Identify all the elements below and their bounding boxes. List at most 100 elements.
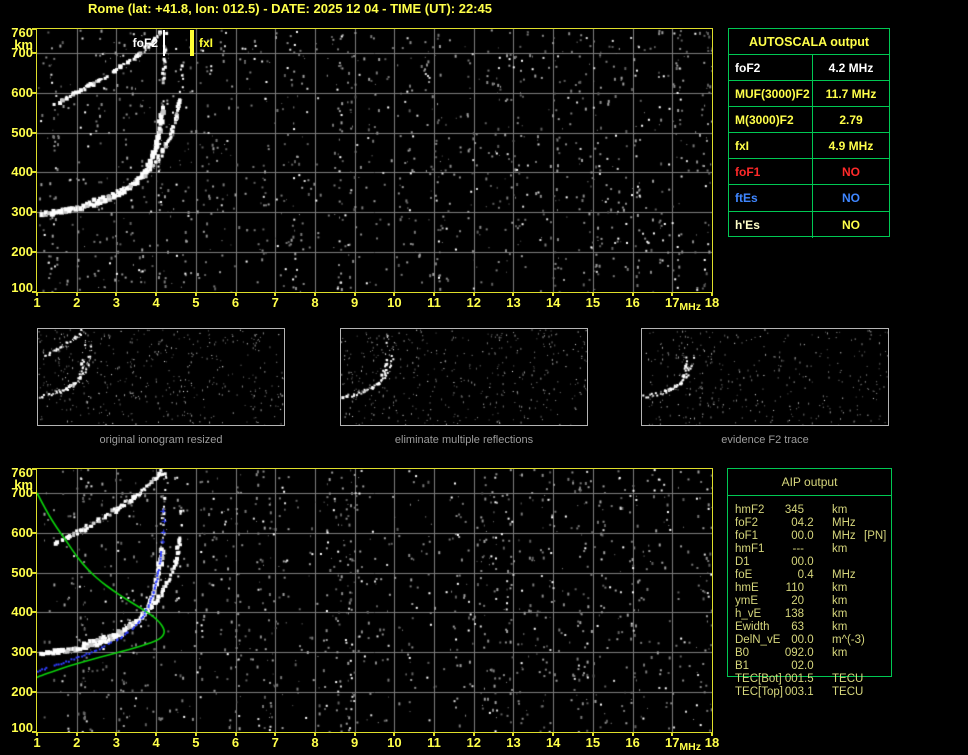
processing-panel (340, 328, 588, 426)
x-axis-tick (115, 293, 118, 296)
autoscala-table-title: AUTOSCALA output (729, 29, 889, 55)
autoscala-param-label: fxI (729, 133, 813, 159)
aip-row: foF1 00.0 MHz [PN] (728, 530, 893, 543)
ionogram-canvas-bottom (37, 469, 712, 732)
aip-param-name: hmF2 (735, 504, 765, 516)
autoscala-param-label: MUF(3000)F2 (729, 81, 813, 107)
aip-param-unit: km (832, 504, 848, 516)
autoscala-table-rows: foF2 4.2 MHz MUF(3000)F2 11.7 MHz M(3000)F2 2… (729, 55, 889, 238)
aip-param-unit: km (832, 608, 848, 620)
aip-row: h_vE 138 km (728, 608, 893, 621)
aip-param-value-int: 345 (784, 504, 804, 516)
aip-param-unit: km (832, 582, 848, 594)
aip-row: B0 092.0 km (728, 647, 893, 660)
aip-param-value-frac: .0 (804, 647, 814, 659)
aip-param-unit: km (832, 647, 848, 659)
x-axis-tick (75, 293, 78, 296)
panel-caption: original ionogram resized (99, 434, 223, 446)
page-title: Rome (lat: +41.8, lon: 012.5) - DATE: 20… (88, 1, 492, 16)
y-tick-label: 200 (11, 684, 33, 700)
x-tick-label: 9 (351, 735, 359, 750)
aip-param-name: foE (735, 569, 753, 581)
x-axis-tick (36, 733, 38, 736)
aip-param-value-frac: .5 (804, 673, 814, 685)
autoscala-param-value: NO (842, 191, 860, 206)
aip-param-value-int: 02 (791, 660, 804, 672)
x-axis-tick (234, 293, 237, 296)
aip-param-unit: km (832, 543, 848, 555)
x-tick-label: 3 (112, 295, 121, 310)
aip-param-value-int: 00 (791, 530, 804, 542)
aip-param-value-frac: .0 (804, 530, 814, 542)
x-tick-label: 12 (466, 735, 481, 750)
autoscala-param-label: h'Es (729, 211, 813, 238)
aip-param-value-int: 092 (784, 647, 804, 659)
y-axis-tick (32, 691, 36, 693)
x-tick-label: 15 (585, 735, 601, 750)
panel-caption: evidence F2 trace (721, 434, 809, 446)
y-axis-tick (32, 211, 36, 213)
x-axis-tick (671, 293, 674, 296)
x-axis-tick (115, 733, 118, 736)
y-tick-label: 500 (11, 564, 33, 580)
x-axis-unit-label: MHz (679, 301, 701, 313)
aip-row: D1 00.0 (728, 556, 893, 569)
x-axis-tick (393, 733, 396, 736)
x-tick-label: 13 (506, 735, 521, 750)
autoscala-row: MUF(3000)F2 11.7 MHz (729, 81, 889, 108)
frequency-markers-layer: foF2 fxI (37, 29, 712, 292)
aip-param-name: hmE (735, 582, 759, 594)
aip-param-unit: TECU (832, 673, 864, 685)
aip-param-unit: MHz (832, 569, 856, 581)
x-axis-tick (512, 293, 515, 296)
x-axis-tick (433, 293, 436, 296)
autoscala-param-value: 4.2 MHz (828, 60, 874, 75)
aip-param-unit: MHz (832, 530, 856, 542)
autoscala-row: h'Es NO (729, 211, 889, 238)
aip-param-value-frac: .0 (804, 634, 814, 646)
x-axis-tick (353, 733, 356, 736)
y-tick-label: 100 (11, 720, 33, 735)
x-tick-label: 18 (704, 735, 720, 750)
x-tick-label: 11 (427, 295, 441, 310)
fxi-marker-line (190, 30, 194, 56)
y-axis-tick (32, 492, 36, 494)
y-axis-tick (32, 171, 36, 173)
aip-row: Ewidth 63 km (728, 621, 893, 634)
aip-param-value-int: 00 (791, 556, 804, 568)
aip-param-unit: km (832, 595, 848, 607)
autoscala-row: fxI 4.9 MHz (729, 133, 889, 160)
x-tick-label: 4 (152, 735, 160, 750)
aip-row: foF2 04.2 MHz (728, 517, 893, 530)
aip-param-name: B1 (735, 660, 750, 672)
y-axis-tick (32, 651, 36, 653)
ionogram-plot-bottom (36, 468, 713, 733)
autoscala-param-value: 11.7 MHz (825, 86, 877, 101)
x-axis-tick (353, 293, 356, 296)
x-axis-tick (631, 733, 634, 736)
autoscala-param-value: NO (842, 164, 860, 179)
x-axis-tick (472, 733, 475, 736)
x-tick-label: 5 (192, 735, 200, 750)
autoscala-param-label: foF1 (729, 159, 813, 185)
x-tick-label: 12 (466, 295, 481, 310)
aip-param-value-int: 138 (784, 608, 804, 620)
fof2-marker-line (163, 30, 165, 56)
x-tick-label: 10 (387, 735, 402, 750)
x-axis-tick (155, 293, 158, 296)
aip-param-value-int: 0 (797, 569, 804, 581)
processing-panel-canvas (38, 329, 284, 425)
x-axis-tick (552, 733, 555, 736)
aip-param-unit: MHz (832, 517, 856, 529)
aip-param-unit: m^(-3) (832, 634, 865, 646)
x-tick-label: 6 (231, 735, 240, 750)
x-axis-tick (512, 733, 515, 736)
aip-param-name: hmF1 (735, 543, 765, 555)
panel-caption: eliminate multiple reflections (394, 434, 534, 446)
x-tick-label: 2 (73, 735, 81, 750)
aip-row: foE 0.4 MHz (728, 569, 893, 582)
x-axis-tick (591, 293, 594, 296)
aip-param-note: [PN] (864, 530, 887, 542)
aip-param-unit: km (832, 621, 848, 633)
aip-table-title: AIP output (728, 469, 891, 496)
